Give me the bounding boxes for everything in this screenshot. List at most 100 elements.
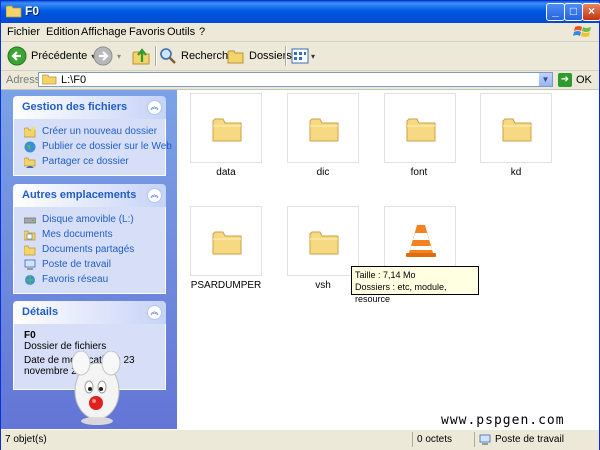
vlc-cone-icon [406,225,436,257]
folder-icon [309,231,339,255]
file-item[interactable] [287,93,359,163]
forward-button[interactable]: ▾ [93,45,121,67]
place-my-computer[interactable]: Poste de travail [24,257,165,272]
other-places-panel: Autres emplacements ︽ Disque amovible (L… [13,184,166,294]
other-places-header[interactable]: Autres emplacements ︽ [13,184,166,207]
forward-dropdown-icon[interactable]: ▾ [117,52,121,61]
views-button[interactable]: ▾ [291,45,315,67]
file-tasks-header[interactable]: Gestion des fichiers ︽ [13,96,166,119]
go-label: OK [576,74,592,86]
shared-documents-icon [24,245,36,255]
place-label: Poste de travail [42,259,111,270]
menu-affichage[interactable]: Affichage [81,26,127,38]
place-label: Disque amovible (L:) [42,214,134,225]
windows-logo-icon [573,26,591,37]
folders-icon [227,50,244,64]
removable-disk-icon [24,217,36,223]
my-computer-icon [479,434,491,445]
my-computer-icon [24,259,36,270]
address-bar: Adresse L:\F0 ▼ ➜ OK [1,71,599,90]
tooltip-folders: Dossiers : etc, module, resource [355,282,447,304]
views-icon [291,48,309,64]
task-label: Partager ce dossier [42,156,129,167]
file-label: PSARDUMPER [190,280,262,291]
file-tasks-title: Gestion des fichiers [22,101,128,113]
window-title: F0 [25,4,40,18]
details-name: F0 [24,330,36,341]
file-item[interactable] [190,93,262,163]
status-size: 0 octets [412,432,473,447]
minimize-button[interactable]: _ [546,3,565,21]
file-label: kd [510,167,522,178]
place-label: Mes documents [42,229,113,240]
file-label: dic [316,167,330,178]
other-places-list: Disque amovible (L:) Mes documents Docum… [13,207,166,294]
back-button[interactable]: Précédente ▾ [7,45,95,67]
tooltip-size: Taille : 7,14 Mo [355,270,416,280]
file-item[interactable] [480,93,552,163]
menu-fichier[interactable]: Fichier [7,26,40,38]
task-publish-web[interactable]: Publier ce dossier sur le Web [24,139,172,154]
file-item[interactable] [190,206,262,276]
collapse-chevron-icon[interactable]: ︽ [147,188,162,203]
menu-bar: Fichier Edition Affichage Favoris Outils… [1,23,599,42]
file-tasks-panel: Gestion des fichiers ︽ Créer un nouveau … [13,96,172,176]
mascot-image [71,351,121,425]
views-dropdown-icon: ▾ [311,51,316,61]
forward-arrow-icon [93,46,113,66]
network-icon [25,274,35,285]
watermark: www.pspgen.com [441,413,565,428]
file-label: data [216,167,236,178]
details-header[interactable]: Détails ︽ [13,301,166,324]
task-share-folder[interactable]: Partager ce dossier [24,154,165,169]
place-shared-documents[interactable]: Documents partagés [24,242,165,257]
status-bar: 7 objet(s) 0 octets Poste de travail [1,429,599,450]
toolbar-separator [285,46,287,66]
task-label: Publier ce dossier sur le Web [42,141,172,152]
file-item[interactable] [287,206,359,276]
menu-help[interactable]: ? [199,26,205,38]
back-label: Précédente [31,50,88,62]
close-button[interactable]: × [582,3,600,21]
address-input[interactable]: L:\F0 ▼ [38,72,553,87]
toolbar-separator [155,46,157,66]
go-arrow-icon: ➜ [558,73,572,87]
folders-button[interactable]: Dossiers [227,45,292,67]
folder-icon [6,5,22,18]
menu-edition[interactable]: Edition [46,26,80,38]
menu-favoris[interactable]: Favoris [129,26,165,38]
my-documents-icon [24,230,36,240]
collapse-chevron-icon[interactable]: ︽ [147,305,162,320]
folder-icon [309,118,339,142]
file-view: data dic font kd PSARDUMPER vsh [177,90,599,429]
status-location: Poste de travail [474,432,597,447]
task-label: Créer un nouveau dossier [42,126,158,137]
status-location-label: Poste de travail [495,434,564,445]
folder-icon [212,118,242,142]
up-folder-icon [132,48,150,65]
address-dropdown-icon[interactable]: ▼ [539,73,552,86]
other-places-title: Autres emplacements [22,189,137,201]
status-object-count: 7 objet(s) [5,434,47,445]
place-removable-disk[interactable]: Disque amovible (L:) [24,212,165,227]
place-network[interactable]: Favoris réseau [24,272,165,287]
place-label: Favoris réseau [42,274,109,285]
share-folder-icon [24,157,36,168]
new-folder-icon [24,126,36,137]
explorer-window: F0 _ □ × Fichier Edition Affichage Favor… [0,0,600,450]
go-button[interactable]: ➜ OK [558,72,598,88]
folder-icon [212,231,242,255]
file-item[interactable] [384,93,456,163]
up-folder-button[interactable] [131,45,151,67]
task-new-folder[interactable]: Créer un nouveau dossier [24,124,165,139]
file-tasks-list: Créer un nouveau dossier Publier ce doss… [13,119,172,176]
maximize-button[interactable]: □ [564,3,583,21]
folder-icon [42,74,57,85]
collapse-chevron-icon[interactable]: ︽ [147,100,162,115]
place-my-documents[interactable]: Mes documents [24,227,165,242]
menu-outils[interactable]: Outils [167,26,195,38]
title-bar[interactable]: F0 _ □ × [1,1,600,23]
folder-icon [406,118,436,142]
address-value: L:\F0 [61,74,87,86]
toolbar: Précédente ▾ ▾ Rechercher Dossiers ▾ [1,42,599,71]
